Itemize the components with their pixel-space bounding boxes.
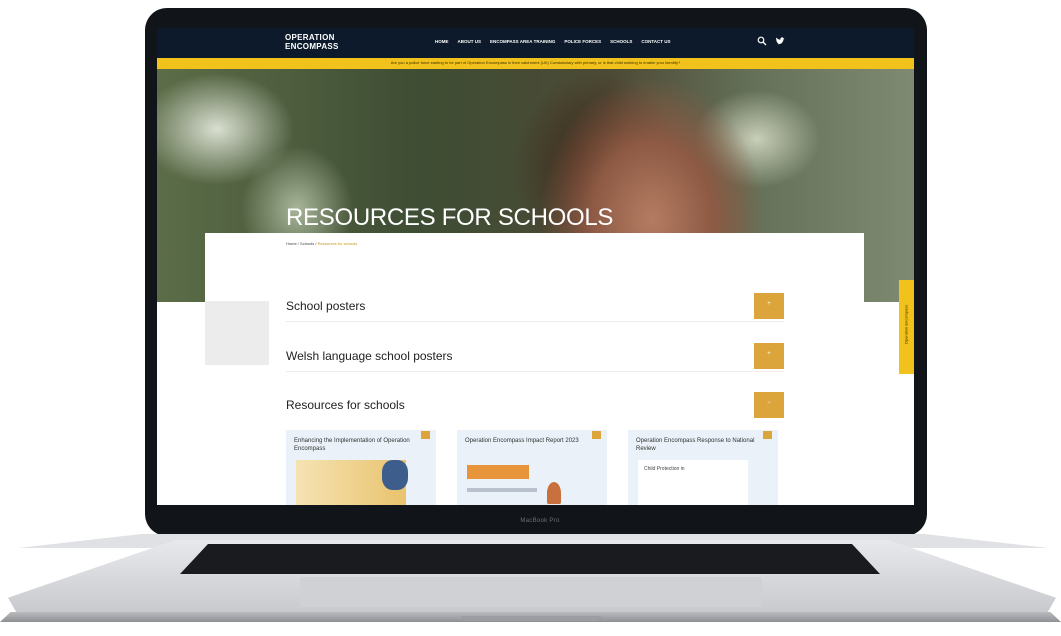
- expand-button[interactable]: +: [754, 343, 784, 369]
- thumbnail-text: Child Protection in: [644, 466, 685, 472]
- accordion-school-posters[interactable]: School posters +: [286, 291, 784, 322]
- accordion-title: Welsh language school posters: [286, 349, 453, 363]
- side-feedback-tab[interactable]: Operation Encompass: [899, 280, 914, 374]
- decorative-block: [205, 301, 269, 365]
- laptop-screen: OPERATION ENCOMPASS HOME ABOUT US ENCOMP…: [157, 28, 914, 505]
- announcement-banner: Are you a police force starting to be pa…: [157, 58, 914, 69]
- card-title: Operation Encompass Response to National…: [636, 438, 755, 452]
- expand-button[interactable]: +: [754, 293, 784, 319]
- page-title: RESOURCES FOR SCHOOLS: [286, 204, 614, 231]
- laptop-model-label: MacBook Pro: [520, 518, 560, 524]
- nav-item-schools[interactable]: SCHOOLS: [610, 39, 632, 44]
- logo-line-1: OPERATION: [285, 33, 335, 42]
- twitter-icon[interactable]: [775, 36, 785, 46]
- card-thumbnail: [467, 465, 529, 479]
- download-icon[interactable]: [421, 431, 430, 439]
- plus-icon: +: [767, 351, 771, 357]
- thumbnail-figure: [547, 482, 561, 504]
- breadcrumb-separator: /: [297, 241, 299, 246]
- side-tab-label: Operation Encompass: [903, 304, 909, 345]
- laptop-trackpad: [300, 577, 762, 607]
- accordion-title: Resources for schools: [286, 398, 405, 412]
- accordion-welsh-posters[interactable]: Welsh language school posters +: [286, 341, 784, 372]
- nav-item-police-forces[interactable]: POLICE FORCES: [564, 39, 601, 44]
- card-title: Operation Encompass Impact Report 2023: [465, 438, 579, 444]
- laptop-keyboard: [180, 544, 880, 574]
- accordion-resources[interactable]: Resources for schools −: [286, 390, 784, 420]
- thumbnail-line: [467, 488, 537, 492]
- search-icon[interactable]: [757, 36, 767, 46]
- breadcrumb: Home / Schools / Resources for schools: [286, 241, 357, 246]
- resource-cards: Enhancing the Implementation of Operatio…: [286, 430, 784, 505]
- nav-item-contact[interactable]: CONTACT US: [641, 39, 670, 44]
- breadcrumb-separator: /: [315, 241, 317, 246]
- accordion-title: School posters: [286, 299, 366, 313]
- nav-item-about[interactable]: ABOUT US: [458, 39, 482, 44]
- resource-card[interactable]: Enhancing the Implementation of Operatio…: [286, 430, 436, 505]
- nav-icons: [757, 36, 785, 46]
- logo-line-2: ENCOMPASS: [285, 42, 339, 51]
- nav-item-home[interactable]: HOME: [435, 39, 449, 44]
- breadcrumb-schools[interactable]: Schools: [300, 241, 314, 246]
- plus-icon: +: [767, 301, 771, 307]
- banner-text: Are you a police force starting to be pa…: [390, 60, 681, 65]
- resource-card[interactable]: Operation Encompass Response to National…: [628, 430, 778, 505]
- site-nav: OPERATION ENCOMPASS HOME ABOUT US ENCOMP…: [157, 28, 914, 58]
- collapse-button[interactable]: −: [754, 392, 784, 418]
- thumbnail-figure: [382, 460, 408, 490]
- breadcrumb-home[interactable]: Home: [286, 241, 297, 246]
- download-icon[interactable]: [592, 431, 601, 439]
- card-thumbnail: Child Protection in: [638, 460, 748, 505]
- card-title: Enhancing the Implementation of Operatio…: [294, 438, 410, 452]
- breadcrumb-current: Resources for schools: [317, 241, 358, 246]
- resource-card[interactable]: Operation Encompass Impact Report 2023: [457, 430, 607, 505]
- download-icon[interactable]: [763, 431, 772, 439]
- nav-item-training[interactable]: ENCOMPASS AREA TRAINING: [490, 39, 555, 44]
- nav-menu: HOME ABOUT US ENCOMPASS AREA TRAINING PO…: [435, 39, 671, 44]
- site-logo[interactable]: OPERATION ENCOMPASS: [285, 33, 339, 51]
- minus-icon: −: [767, 400, 771, 406]
- laptop-notch: [461, 616, 601, 621]
